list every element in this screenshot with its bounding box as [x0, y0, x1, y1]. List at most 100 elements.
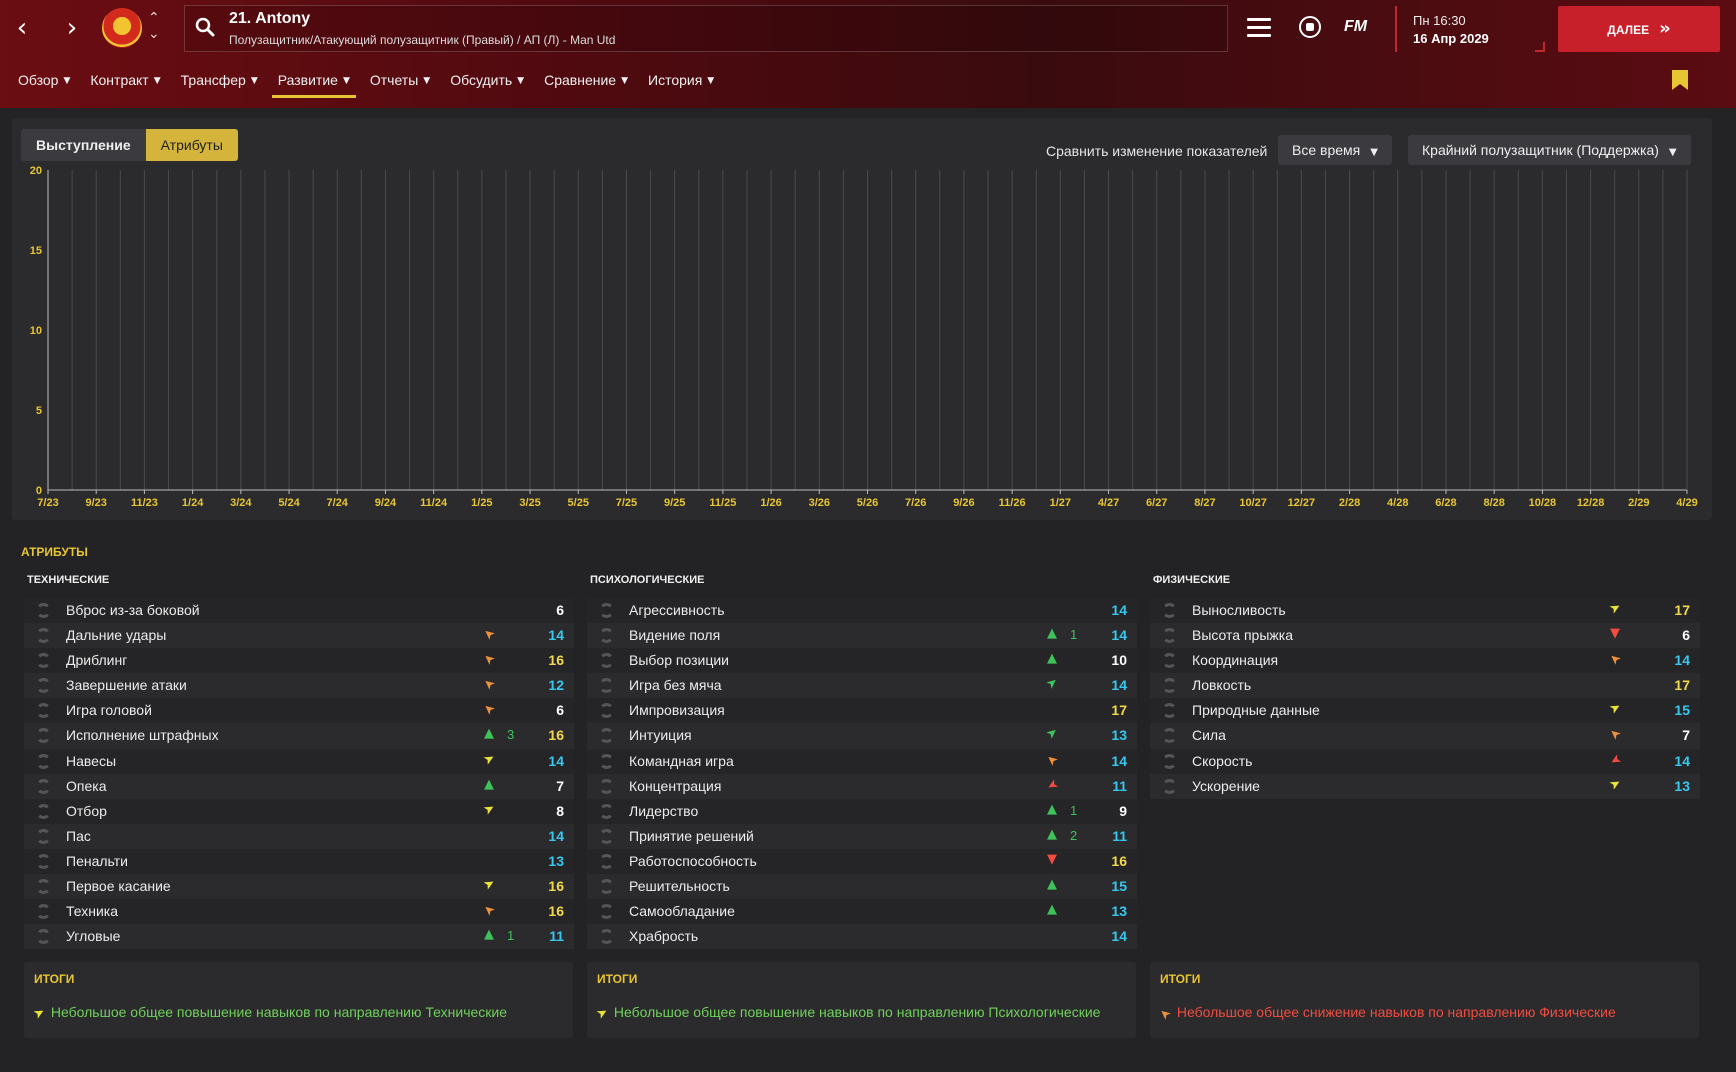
training-focus-icon[interactable] — [599, 728, 614, 744]
seg-performance[interactable]: Выступление — [21, 129, 146, 161]
attribute-row[interactable]: Исполнение штрафных ▲ 3 16 — [24, 723, 574, 749]
menu-icon[interactable] — [1247, 18, 1271, 38]
attribute-row[interactable]: Ускорение ➤ 13 — [1150, 773, 1700, 799]
training-focus-icon[interactable] — [599, 803, 614, 819]
attribute-row[interactable]: Решительность ▲ 15 — [587, 874, 1137, 900]
attribute-row[interactable]: Работоспособность ▼ 16 — [587, 848, 1137, 875]
attribute-row[interactable]: Пас 14 — [24, 823, 574, 849]
training-focus-icon[interactable] — [599, 828, 614, 844]
player-switch-arrows-icon[interactable]: ⌃ ⌄ — [148, 10, 160, 42]
attribute-row[interactable]: Выносливость ➤ 17 — [1150, 598, 1700, 624]
attribute-row[interactable]: Видение поля ▲ 1 14 — [587, 623, 1137, 649]
attribute-row[interactable]: Принятие решений ▲ 2 11 — [587, 823, 1137, 849]
continue-button[interactable]: ДАЛЕЕ » — [1558, 6, 1720, 52]
training-focus-icon[interactable] — [36, 703, 51, 719]
column-title: ПСИХОЛОГИЧЕСКИЕ — [590, 574, 705, 586]
training-focus-icon[interactable] — [36, 678, 51, 694]
training-focus-icon[interactable] — [36, 929, 51, 945]
training-focus-icon[interactable] — [599, 603, 614, 618]
training-focus-icon[interactable] — [1162, 628, 1177, 644]
attribute-row[interactable]: Опека ▲ 7 — [24, 773, 574, 799]
attribute-row[interactable]: Высота прыжка ▼ 6 — [1150, 623, 1700, 649]
attribute-row[interactable]: Импровизация 17 — [587, 698, 1137, 724]
attribute-row[interactable]: Интуиция ➤ 13 — [587, 723, 1137, 749]
column-title: ФИЗИЧЕСКИЕ — [1153, 574, 1231, 586]
attribute-row[interactable]: Координация ➤ 14 — [1150, 648, 1700, 674]
attribute-row[interactable]: Пенальти 13 — [24, 848, 574, 875]
attribute-row[interactable]: Навесы ➤ 14 — [24, 748, 574, 774]
back-arrow-icon[interactable]: ‹ — [8, 14, 36, 42]
training-focus-icon[interactable] — [36, 728, 51, 744]
tab-3[interactable]: Развитие ▼ — [268, 66, 360, 98]
attribute-row[interactable]: Первое касание ➤ 16 — [24, 874, 574, 900]
attribute-row[interactable]: Техника ➤ 16 — [24, 899, 574, 925]
attribute-row[interactable]: Отбор ➤ 8 — [24, 798, 574, 824]
forward-arrow-icon[interactable]: › — [58, 14, 86, 42]
ball-icon[interactable] — [1299, 16, 1321, 38]
attribute-row[interactable]: Дальние удары ➤ 14 — [24, 623, 574, 649]
attribute-row[interactable]: Вброс из-за боковой 6 — [24, 598, 574, 624]
training-focus-icon[interactable] — [1162, 653, 1177, 669]
training-focus-icon[interactable] — [1162, 678, 1177, 694]
player-search-box[interactable]: 21. Antony Полузащитник/Атакующий полуза… — [184, 5, 1228, 52]
club-badge[interactable] — [102, 8, 142, 48]
training-focus-icon[interactable] — [36, 879, 51, 895]
training-focus-icon[interactable] — [599, 653, 614, 669]
attribute-row[interactable]: Дриблинг ➤ 16 — [24, 648, 574, 674]
attribute-row[interactable]: Угловые ▲ 1 11 — [24, 924, 574, 950]
attribute-row[interactable]: Игра без мяча ➤ 14 — [587, 673, 1137, 699]
bookmark-icon[interactable] — [1672, 70, 1688, 90]
training-focus-icon[interactable] — [36, 778, 51, 794]
fm-logo[interactable]: FM — [1344, 18, 1367, 36]
seg-attributes[interactable]: Атрибуты — [145, 129, 238, 161]
down-slight-trend-arrow-icon: ➤ — [480, 699, 499, 719]
training-focus-icon[interactable] — [36, 628, 51, 644]
training-focus-icon[interactable] — [1162, 603, 1177, 618]
tab-5[interactable]: Обсудить ▼ — [440, 66, 534, 98]
training-focus-icon[interactable] — [36, 803, 51, 819]
training-focus-icon[interactable] — [1162, 703, 1177, 719]
tab-4[interactable]: Отчеты ▼ — [360, 66, 440, 98]
attribute-row[interactable]: Концентрация ➤ 11 — [587, 773, 1137, 799]
training-focus-icon[interactable] — [599, 678, 614, 694]
training-focus-icon[interactable] — [599, 753, 614, 769]
attribute-row[interactable]: Самообладание ▲ 13 — [587, 899, 1137, 925]
attribute-value: 8 — [556, 802, 564, 819]
training-focus-icon[interactable] — [1162, 728, 1177, 744]
attribute-row[interactable]: Лидерство ▲ 1 9 — [587, 798, 1137, 824]
training-focus-icon[interactable] — [36, 753, 51, 769]
attribute-row[interactable]: Природные данные ➤ 15 — [1150, 698, 1700, 724]
search-icon[interactable] — [195, 17, 215, 37]
attribute-row[interactable]: Агрессивность 14 — [587, 598, 1137, 624]
attribute-row[interactable]: Игра головой ➤ 6 — [24, 698, 574, 724]
attribute-row[interactable]: Выбор позиции ▲ 10 — [587, 648, 1137, 674]
training-focus-icon[interactable] — [599, 929, 614, 945]
training-focus-icon[interactable] — [36, 603, 51, 618]
tab-1[interactable]: Контракт ▼ — [80, 66, 170, 98]
training-focus-icon[interactable] — [36, 853, 51, 869]
attribute-value: 6 — [556, 702, 564, 719]
attribute-row[interactable]: Завершение атаки ➤ 12 — [24, 673, 574, 699]
attribute-row[interactable]: Командная игра ➤ 14 — [587, 748, 1137, 774]
tab-6[interactable]: Сравнение ▼ — [534, 66, 638, 98]
tab-7[interactable]: История ▼ — [638, 66, 724, 98]
training-focus-icon[interactable] — [36, 653, 51, 669]
training-focus-icon[interactable] — [599, 703, 614, 719]
tab-2[interactable]: Трансфер ▼ — [171, 66, 268, 98]
attribute-row[interactable]: Сила ➤ 7 — [1150, 723, 1700, 749]
game-date[interactable]: Пн 16:30 16 Апр 2029 — [1395, 6, 1545, 52]
attribute-row[interactable]: Скорость ➤ 14 — [1150, 748, 1700, 774]
attribute-row[interactable]: Ловкость 17 — [1150, 673, 1700, 699]
training-focus-icon[interactable] — [599, 628, 614, 644]
training-focus-icon[interactable] — [36, 828, 51, 844]
attribute-row[interactable]: Храбрость 14 — [587, 924, 1137, 950]
training-focus-icon[interactable] — [1162, 753, 1177, 769]
training-focus-icon[interactable] — [1162, 778, 1177, 794]
attribute-name: Скорость — [1192, 752, 1253, 769]
training-focus-icon[interactable] — [599, 853, 614, 869]
training-focus-icon[interactable] — [599, 778, 614, 794]
training-focus-icon[interactable] — [36, 904, 51, 920]
training-focus-icon[interactable] — [599, 904, 614, 920]
training-focus-icon[interactable] — [599, 879, 614, 895]
tab-0[interactable]: Обзор ▼ — [8, 66, 80, 98]
